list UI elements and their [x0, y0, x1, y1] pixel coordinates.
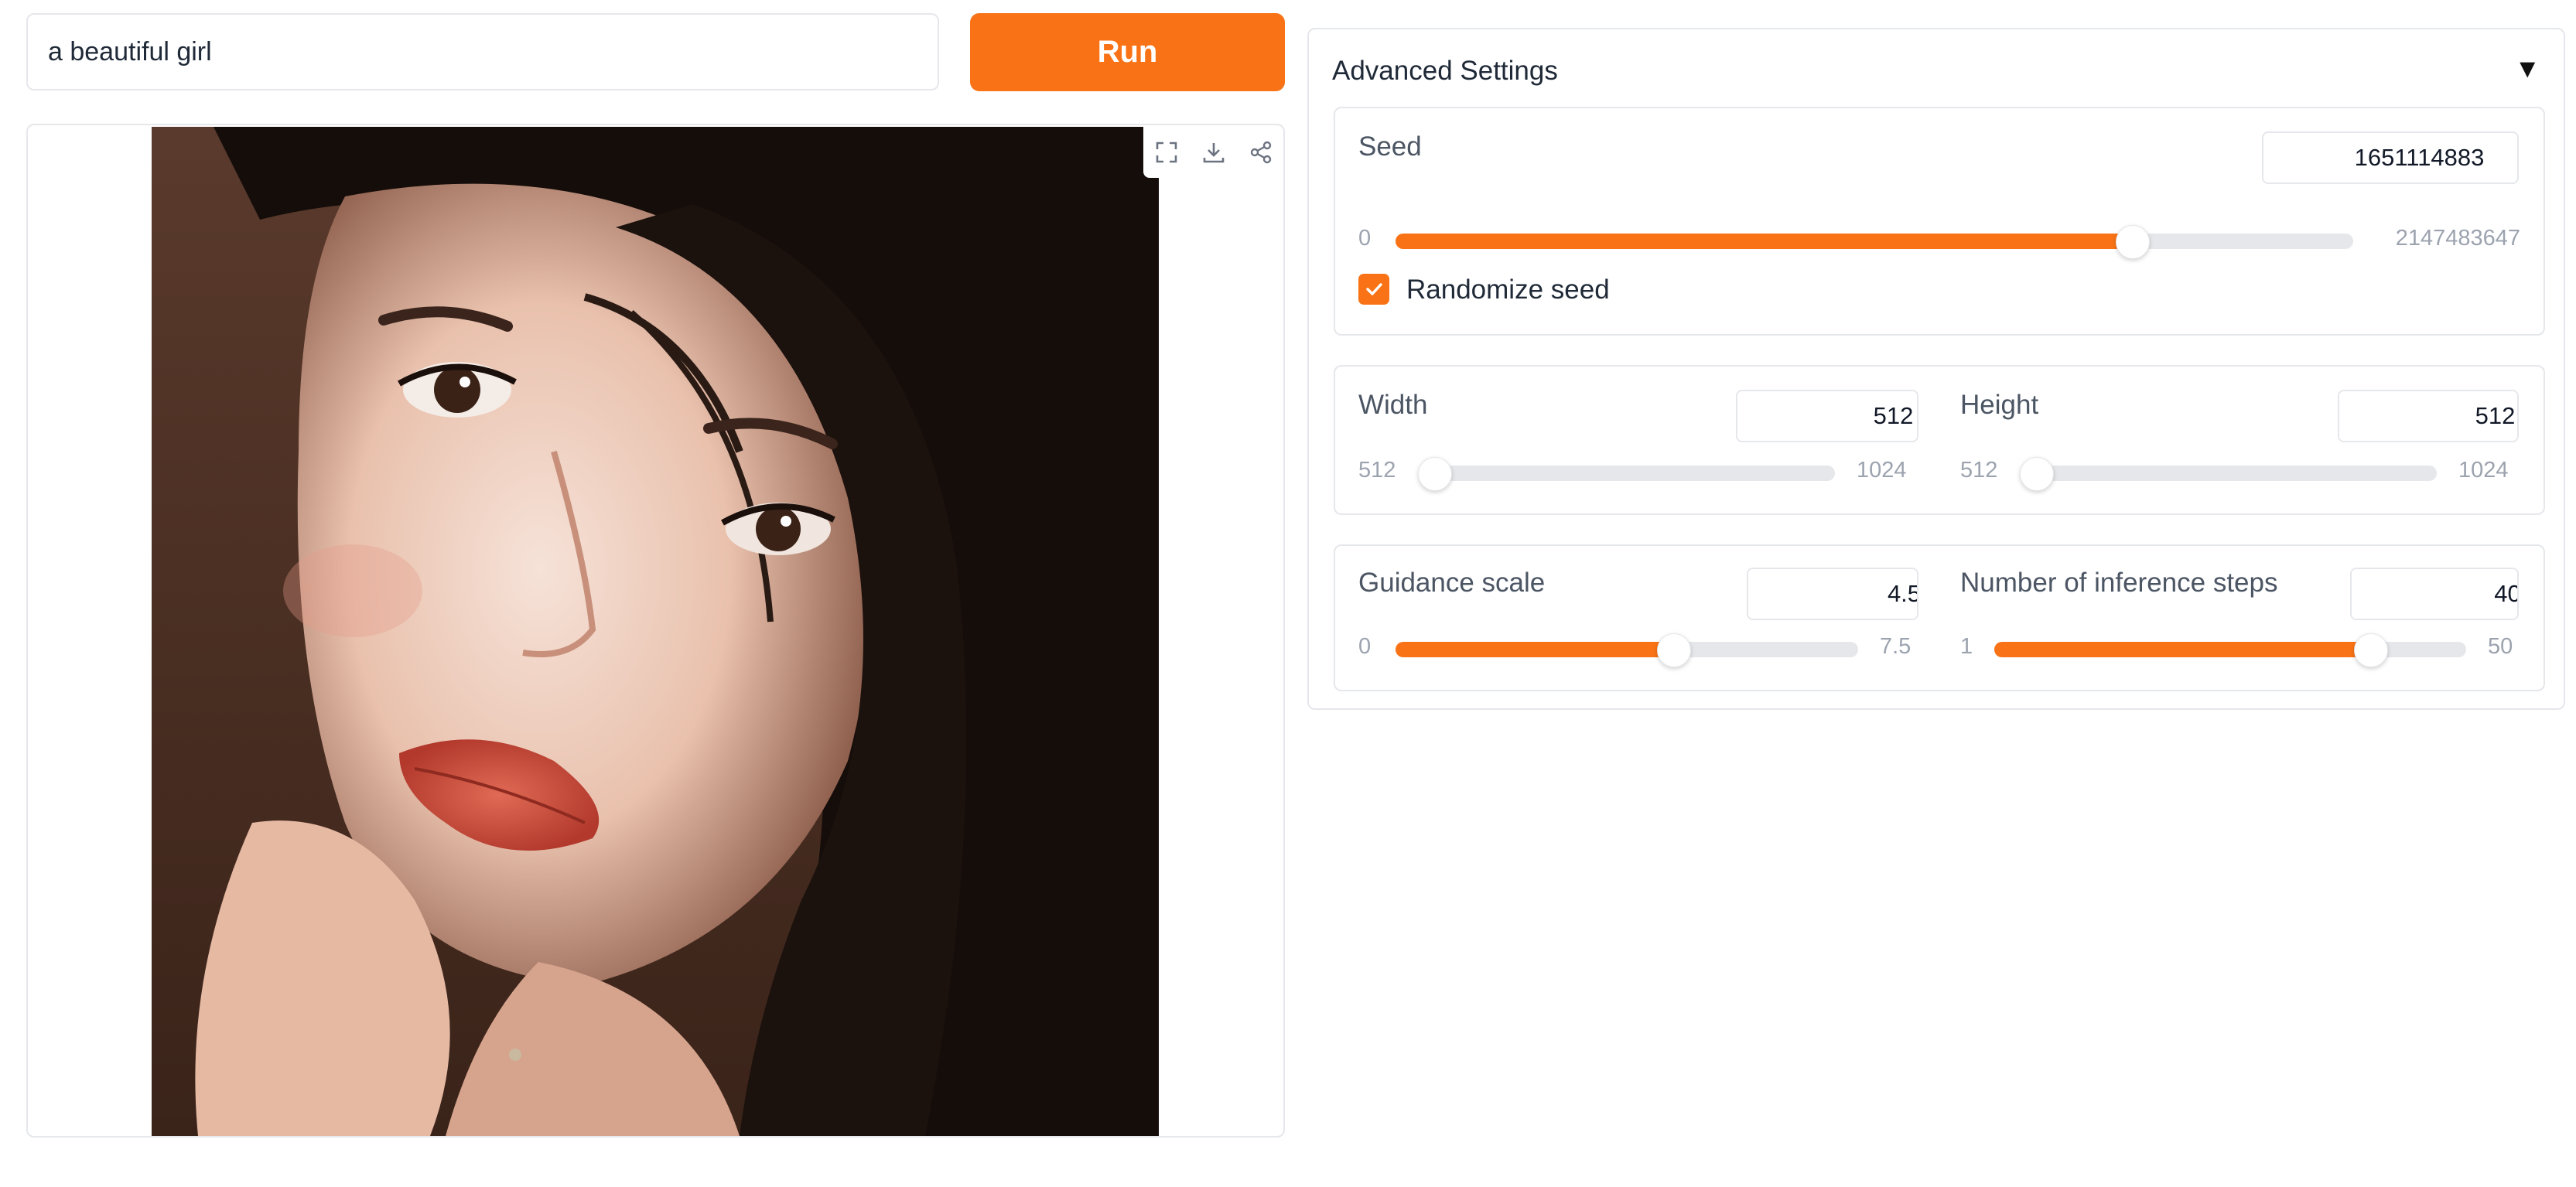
- width-slider-thumb[interactable]: [1418, 457, 1452, 491]
- seed-min: 0: [1358, 226, 1372, 251]
- generated-image-panel: [26, 124, 1285, 1138]
- guidance-slider-thumb[interactable]: [1656, 633, 1691, 667]
- width-input[interactable]: [1737, 391, 1917, 441]
- prompt-input[interactable]: [26, 13, 939, 90]
- steps-input[interactable]: [2352, 569, 2517, 619]
- seed-slider-fill: [1396, 234, 2133, 249]
- guidance-label: Guidance scale: [1358, 568, 1546, 598]
- height-min: 512: [1960, 458, 1998, 483]
- randomize-seed-label[interactable]: Randomize seed: [1406, 275, 1610, 305]
- seed-max: 2147483647: [2395, 226, 2520, 251]
- steps-slider-fill: [1994, 642, 2370, 657]
- guidance-input[interactable]: [1748, 569, 1917, 619]
- seed-group: Seed 0 2147483647 Randomize seed: [1334, 107, 2545, 336]
- steps-number-field: [2350, 568, 2519, 620]
- height-input[interactable]: [2339, 391, 2517, 441]
- share-icon[interactable]: [1242, 133, 1280, 172]
- steps-label: Number of inference steps: [1960, 568, 2278, 598]
- sampling-group: Guidance scale 0 7.5 Number of inference…: [1334, 544, 2545, 691]
- seed-label: Seed: [1358, 131, 1422, 162]
- image-toolbar: [1143, 127, 1283, 178]
- height-slider-thumb[interactable]: [2020, 457, 2054, 491]
- width-slider[interactable]: [1418, 457, 1835, 491]
- seed-slider[interactable]: [1396, 225, 2353, 259]
- download-icon[interactable]: [1194, 133, 1233, 172]
- guidance-slider-fill: [1396, 642, 1673, 657]
- height-number-field: [2338, 390, 2519, 442]
- height-slider[interactable]: [2020, 457, 2437, 491]
- height-max: 1024: [2458, 458, 2509, 483]
- seed-slider-thumb[interactable]: [2116, 225, 2151, 259]
- collapse-toggle-icon[interactable]: ▼: [2514, 54, 2540, 84]
- seed-number-field: [2262, 131, 2519, 184]
- guidance-slider[interactable]: [1396, 633, 1858, 667]
- guidance-number-field: [1747, 568, 1918, 620]
- steps-slider-thumb[interactable]: [2353, 633, 2388, 667]
- advanced-settings-panel: Advanced Settings ▼ Seed 0 2147483647 Ra…: [1307, 28, 2565, 710]
- size-group: Width 512 1024 Height 512 1024: [1334, 365, 2545, 515]
- fullscreen-icon[interactable]: [1147, 133, 1186, 172]
- guidance-max: 7.5: [1880, 634, 1912, 659]
- width-max: 1024: [1857, 458, 1907, 483]
- randomize-seed-checkbox[interactable]: [1358, 274, 1389, 305]
- steps-max: 50: [2488, 634, 2513, 659]
- seed-input[interactable]: [2263, 133, 2517, 182]
- steps-slider[interactable]: [1994, 633, 2466, 667]
- advanced-settings-title[interactable]: Advanced Settings: [1332, 56, 1558, 87]
- width-min: 512: [1358, 458, 1396, 483]
- height-label: Height: [1960, 390, 2039, 420]
- guidance-min: 0: [1358, 634, 1372, 659]
- steps-min: 1: [1960, 634, 1973, 659]
- generated-image: [152, 127, 1159, 1136]
- width-number-field: [1736, 390, 1918, 442]
- width-label: Width: [1358, 390, 1428, 420]
- run-button[interactable]: Run: [970, 13, 1285, 91]
